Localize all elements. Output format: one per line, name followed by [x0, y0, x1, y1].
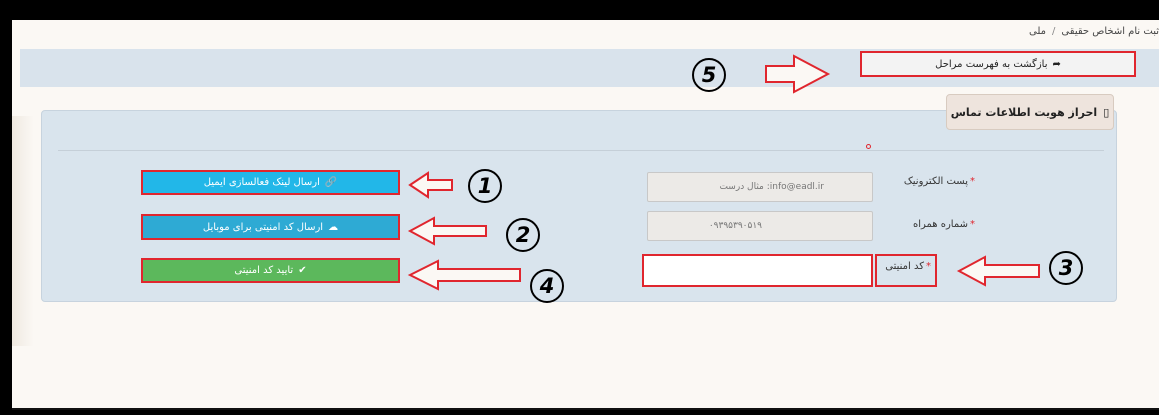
- annotation-arrow-1: [408, 171, 453, 199]
- send-mobile-code-label: ارسال کد امنیتی برای موبایل: [202, 221, 324, 233]
- panel-title-tab: ▯ احراز هویت اطلاعات تماس: [946, 94, 1114, 130]
- security-code-input[interactable]: [642, 254, 873, 287]
- security-code-label: *کد امنیتی: [885, 261, 931, 272]
- required-dot: [866, 144, 871, 149]
- annotation-number-1: 1: [468, 169, 502, 203]
- send-email-activation-button[interactable]: 🔗 ارسال لینک فعالسازی ایمیل: [141, 170, 400, 195]
- annotation-arrow-3: [956, 255, 1040, 287]
- annotation-arrow-5: [765, 54, 831, 94]
- panel-title: احراز هویت اطلاعات تماس: [950, 105, 1098, 119]
- annotation-arrow-2: [407, 216, 487, 246]
- cloud-upload-icon: ☁: [328, 221, 339, 233]
- confirm-code-label: تایید کد امنیتی: [234, 265, 294, 276]
- annotation-number-4: 4: [530, 269, 564, 303]
- annotation-number-2: 2: [506, 218, 540, 252]
- annotation-number-3: 3: [1049, 251, 1083, 285]
- panel-divider: [58, 150, 1104, 151]
- left-shadow: [12, 116, 34, 346]
- email-input[interactable]: مثال درست :info@eadl.ir: [647, 172, 873, 202]
- confirm-code-button[interactable]: ✔ تایید کد امنیتی: [141, 258, 400, 283]
- share-arrow-icon: ➦: [1052, 58, 1061, 70]
- phone-input[interactable]: ۰۹۳۹۵۳۹۰۵۱۹: [647, 211, 873, 241]
- back-to-steps-button[interactable]: ➦ بازگشت به فهرست مراحل: [860, 51, 1136, 77]
- breadcrumb: ثبت نام اشخاص حقیقی / ملی: [1029, 26, 1159, 37]
- bottom-border: [12, 408, 1159, 410]
- send-email-activation-label: ارسال لینک فعالسازی ایمیل: [203, 177, 320, 188]
- breadcrumb-separator: /: [1052, 26, 1056, 37]
- back-to-steps-label: بازگشت به فهرست مراحل: [935, 58, 1048, 70]
- breadcrumb-parent[interactable]: ملی: [1029, 26, 1046, 37]
- send-mobile-code-button[interactable]: ☁ ارسال کد امنیتی برای موبایل: [141, 214, 400, 240]
- link-icon: 🔗: [324, 177, 338, 188]
- phone-label: *شماره همراه: [912, 219, 975, 230]
- page: ثبت نام اشخاص حقیقی / ملی ➦ بازگشت به فهرس…: [12, 20, 1159, 410]
- check-icon: ✔: [298, 265, 307, 276]
- mobile-phone-icon: ▯: [1103, 105, 1110, 119]
- annotation-arrow-4: [407, 259, 521, 291]
- breadcrumb-current: ثبت نام اشخاص حقیقی: [1061, 26, 1159, 37]
- annotation-number-5: 5: [692, 58, 726, 92]
- email-label: *پست الکترونیک: [903, 176, 975, 187]
